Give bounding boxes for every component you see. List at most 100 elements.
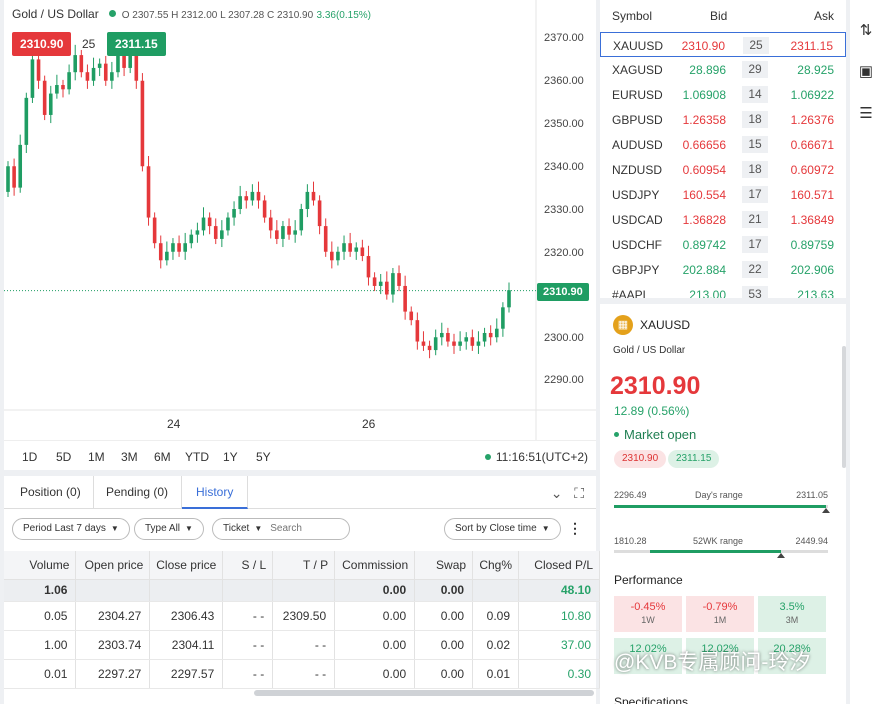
settings-sliders-icon[interactable]: ☰ <box>857 105 875 123</box>
table-cell: - - <box>222 659 274 689</box>
candle-body <box>226 217 230 231</box>
symbol-name: XAGUSD <box>612 63 663 77</box>
symbol-spread: 53 <box>742 286 768 298</box>
candlestick-chart[interactable] <box>4 0 596 440</box>
trade-arrows-icon[interactable]: ⇅ <box>857 22 875 40</box>
wk52-range-bar <box>614 550 828 558</box>
column-header[interactable]: S / L <box>222 551 274 580</box>
column-header[interactable]: Closed P/L <box>518 551 600 580</box>
collapse-icon[interactable]: ⌄ <box>551 485 563 501</box>
candle-body <box>488 332 493 338</box>
tab-history[interactable]: History <box>182 476 248 509</box>
horizontal-scrollbar[interactable] <box>254 690 594 696</box>
candle-body <box>79 55 84 73</box>
candle-body <box>213 226 218 239</box>
history-panel: Position (0) Pending (0) History ⌄ ⛶ Per… <box>4 476 600 704</box>
type-filter[interactable]: Type All ▼ <box>134 518 204 540</box>
candle-body <box>452 341 456 346</box>
symbol-row-eurusd[interactable]: EURUSD 1.06908 14 1.06922 <box>600 82 846 107</box>
candle-body <box>366 256 371 278</box>
candle-body <box>134 55 139 81</box>
timeframe-3m[interactable]: 3M <box>121 450 138 464</box>
ticket-filter-label: Ticket <box>223 523 250 534</box>
table-cell: 2309.50 <box>272 601 336 631</box>
symbol-row-gbpusd[interactable]: GBPUSD 1.26358 18 1.26376 <box>600 107 846 132</box>
chart-symbol-title: Gold / US Dollar <box>12 7 99 21</box>
table-row[interactable]: 1.00 2303.74 2304.11 - - - - 0.00 0.00 0… <box>4 630 600 660</box>
timeframe-1d[interactable]: 1D <box>22 450 37 464</box>
more-options-icon[interactable]: ⋮ <box>568 520 582 537</box>
buy-price-button[interactable]: 2311.15 <box>107 32 166 56</box>
performance-value: -0.79% <box>702 601 738 613</box>
symbol-row-gbpjpy[interactable]: GBPJPY 202.884 22 202.906 <box>600 257 846 282</box>
symbol-row-usdjpy[interactable]: USDJPY 160.554 17 160.571 <box>600 182 846 207</box>
symbol-ask: 2311.15 <box>790 39 834 53</box>
column-header[interactable]: Volume <box>4 551 77 580</box>
symbol-row-usdcad[interactable]: USDCAD 1.36828 21 1.36849 <box>600 207 846 232</box>
timeframe-5d[interactable]: 5D <box>56 450 71 464</box>
symbol-row-audusd[interactable]: AUDUSD 0.66656 15 0.66671 <box>600 132 846 157</box>
table-cell: 2304.27 <box>75 601 151 631</box>
timeframe-1y[interactable]: 1Y <box>223 450 238 464</box>
sort-dropdown[interactable]: Sort by Close time ▼ <box>444 518 561 540</box>
symbol-row-usdchf[interactable]: USDCHF 0.89742 17 0.89759 <box>600 232 846 257</box>
column-header[interactable]: Open price <box>75 551 151 580</box>
timeframe-ytd[interactable]: YTD <box>185 450 209 464</box>
table-cell: 0.00 <box>334 601 416 631</box>
candle-body <box>201 217 206 231</box>
symbol-bid: 160.554 <box>682 188 726 202</box>
candle-body <box>391 273 395 295</box>
symbol-ask: 213.63 <box>797 288 834 298</box>
table-row[interactable]: 0.01 2297.27 2297.57 - - - - 0.00 0.00 0… <box>4 659 600 689</box>
column-header[interactable]: T / P <box>272 551 336 580</box>
candle-body <box>354 247 359 252</box>
symbol-row-nzdusd[interactable]: NZDUSD 0.60954 18 0.60972 <box>600 157 846 182</box>
table-row[interactable]: 0.05 2304.27 2306.43 - - 2309.50 0.00 0.… <box>4 601 600 631</box>
timeframe-5y[interactable]: 5Y <box>256 450 271 464</box>
candle-body <box>232 209 236 218</box>
ticket-filter[interactable]: Ticket ▼ <box>212 518 350 540</box>
performance-value: 3.5% <box>779 601 805 613</box>
search-input[interactable] <box>270 523 341 534</box>
detail-scrollbar[interactable] <box>842 346 846 468</box>
table-cell: 2297.27 <box>75 659 151 689</box>
candle-body <box>24 97 29 145</box>
table-cell: 48.10 <box>518 579 600 602</box>
period-filter[interactable]: Period Last 7 days ▼ <box>12 518 130 540</box>
symbol-row-xagusd[interactable]: XAGUSD 28.896 29 28.925 <box>600 57 846 82</box>
candle-body <box>61 85 65 90</box>
candle-body <box>299 209 304 231</box>
candle-body <box>183 243 187 252</box>
expand-icon[interactable]: ⛶ <box>574 485 584 501</box>
sell-price-button[interactable]: 2310.90 <box>12 32 72 56</box>
tab-pending[interactable]: Pending (0) <box>94 476 182 509</box>
performance-cell: -0.45% 1W <box>614 596 682 632</box>
candle-body <box>140 80 145 167</box>
candle-body <box>6 166 10 192</box>
symbol-bid: 1.36828 <box>682 213 726 227</box>
timeframe-6m[interactable]: 6M <box>154 450 171 464</box>
candle-body <box>12 166 16 188</box>
table-cell: 0.00 <box>414 601 474 631</box>
column-header[interactable]: Chg% <box>472 551 520 580</box>
column-header[interactable]: Close price <box>149 551 224 580</box>
candle-body <box>385 281 389 295</box>
candle-body <box>91 67 96 81</box>
candle-body <box>476 341 481 346</box>
candle-body <box>268 217 273 231</box>
timeframe-1m[interactable]: 1M <box>88 450 105 464</box>
symbol-row-aapl[interactable]: #AAPL 213.00 53 213.63 <box>600 282 846 298</box>
candle-body <box>48 93 53 115</box>
candle-body <box>256 191 261 201</box>
column-header[interactable]: Commission <box>334 551 416 580</box>
symbol-row-xauusd[interactable]: XAUUSD 2310.90 25 2311.15 <box>600 32 846 57</box>
tab-position[interactable]: Position (0) <box>12 476 94 509</box>
chart-panel[interactable]: Gold / US Dollar O 2307.55 H 2312.00 L 23… <box>4 0 596 470</box>
x-axis-tick: 26 <box>362 417 376 431</box>
watermark: @KVB专属顾问-玲汐 <box>614 651 811 674</box>
type-filter-label: Type All <box>145 523 181 534</box>
candle-body <box>458 341 462 346</box>
column-header[interactable]: Swap <box>414 551 474 580</box>
symbol-bid: 202.884 <box>682 263 726 277</box>
orders-icon[interactable]: ▣ <box>857 63 875 81</box>
